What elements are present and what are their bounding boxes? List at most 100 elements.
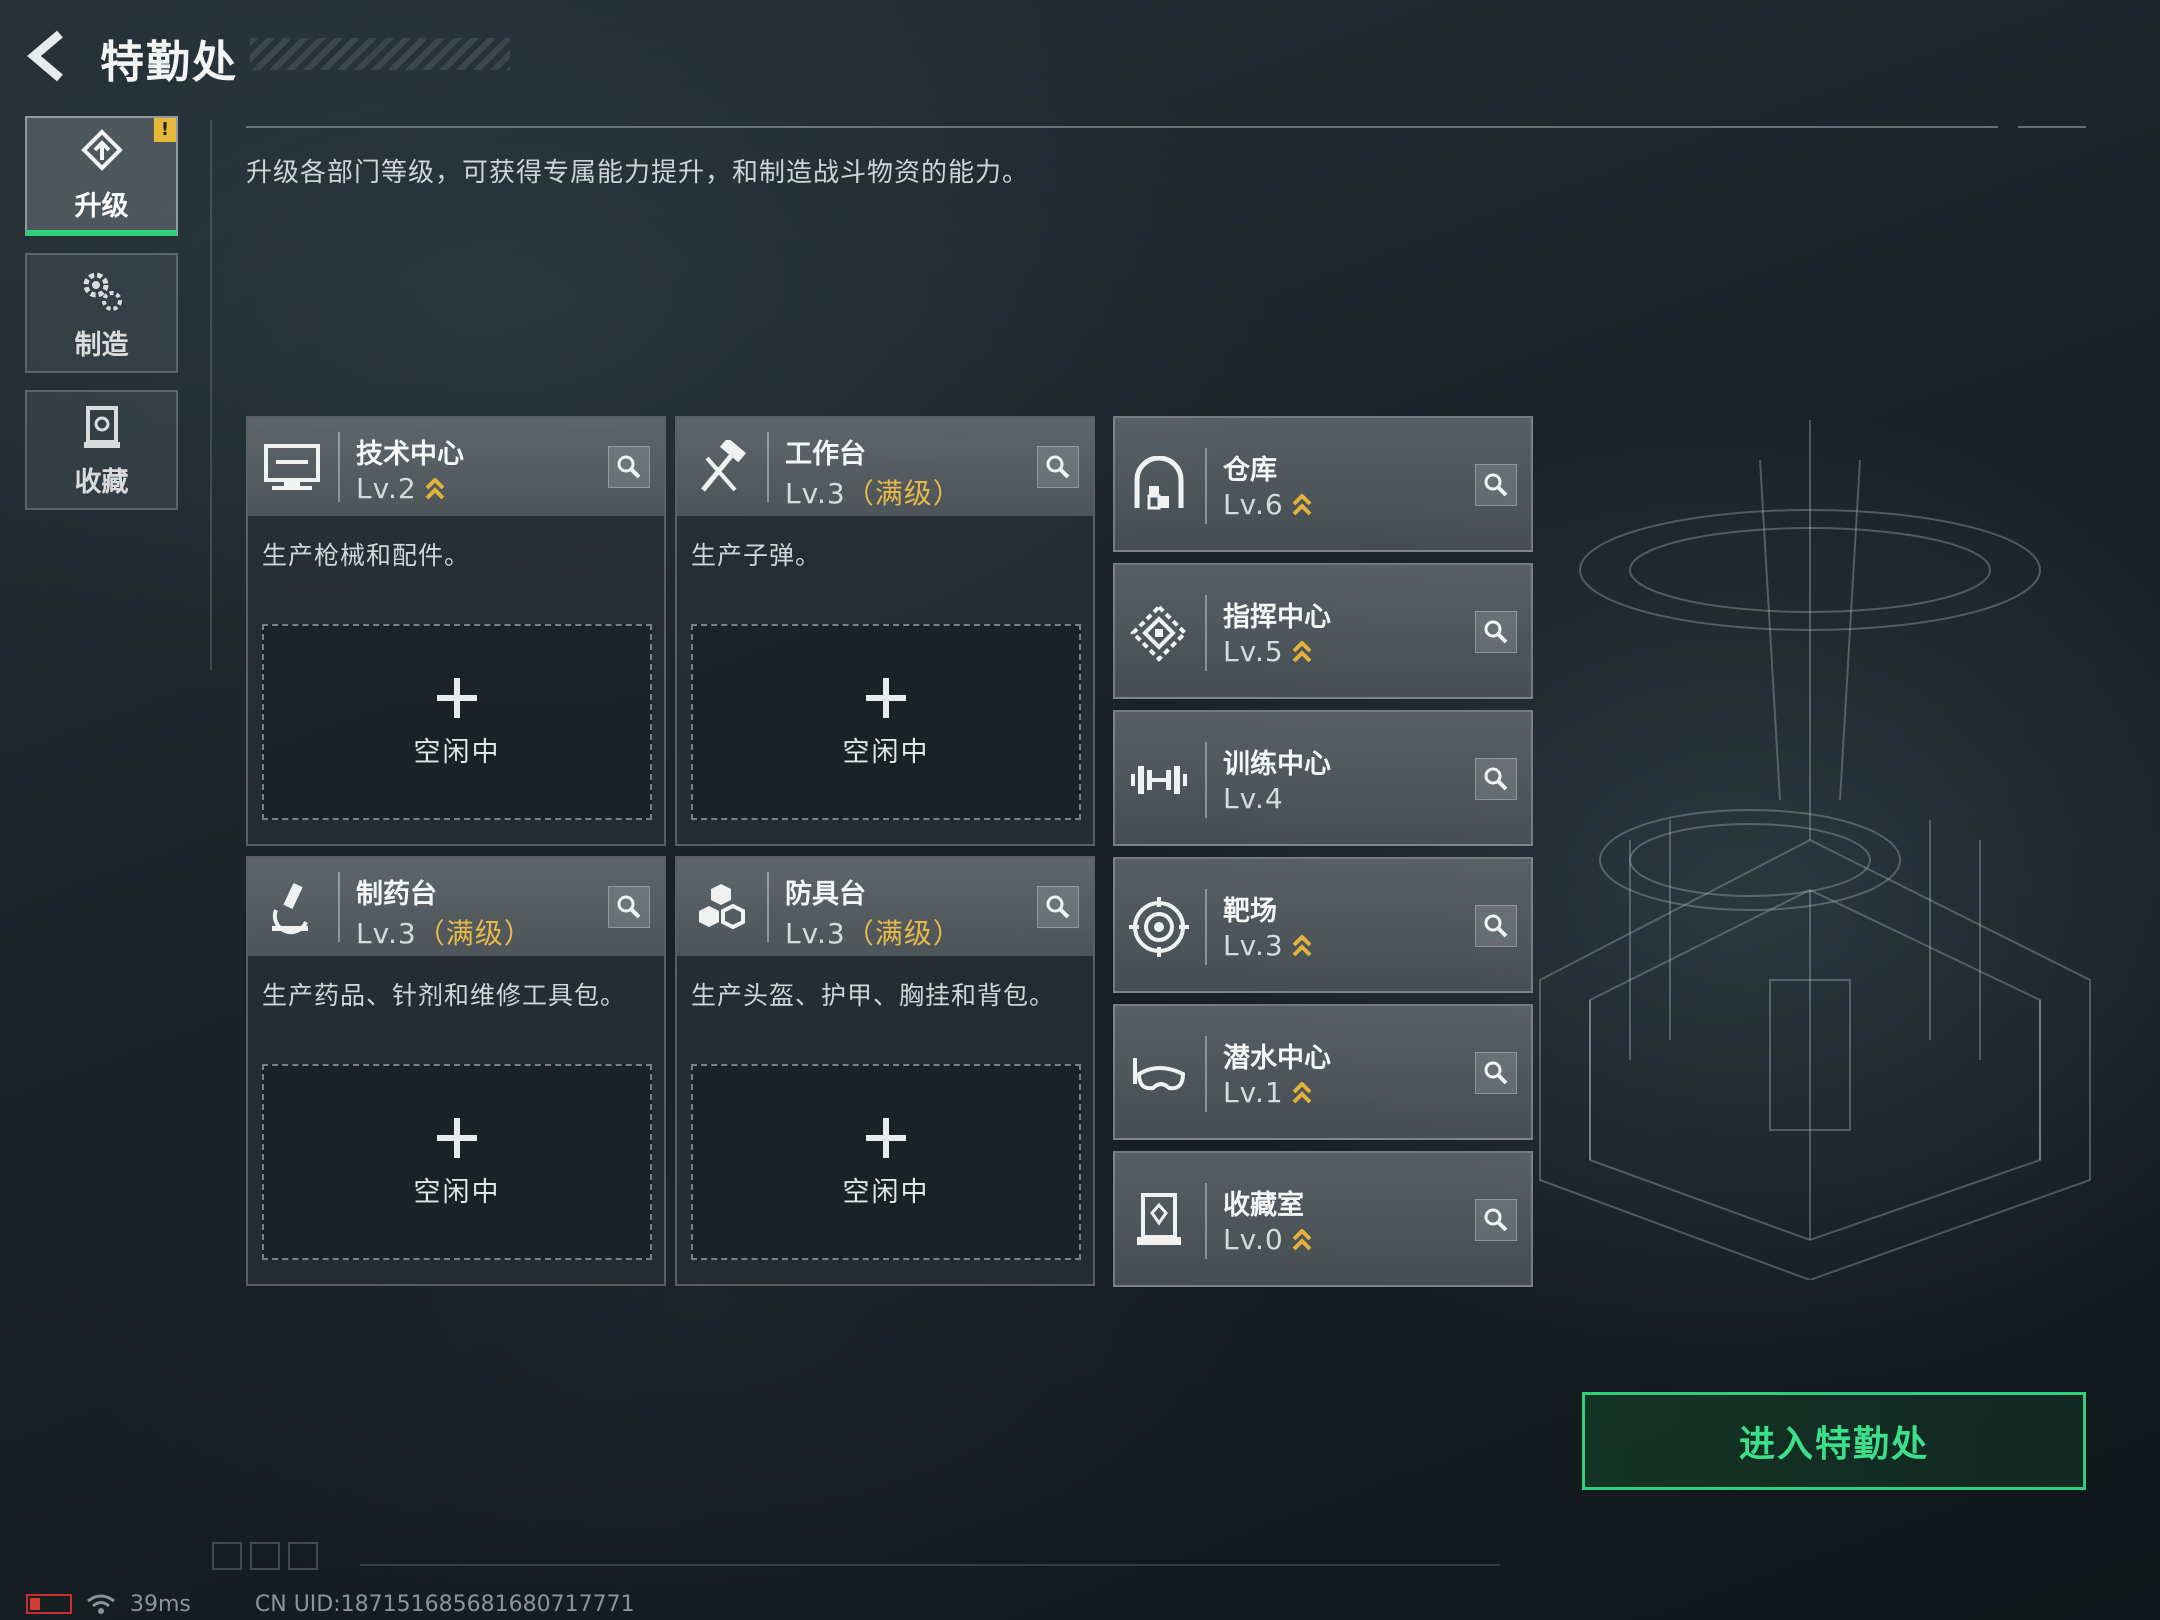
card-header: 技术中心 Lv.2: [248, 418, 664, 516]
search-icon: [1046, 455, 1070, 479]
tab-collection[interactable]: 收藏: [25, 390, 178, 510]
enter-button-label: 进入特勤处: [1738, 1424, 1929, 1465]
search-button[interactable]: [608, 886, 650, 928]
facility-name: 指挥中心: [1223, 602, 1331, 633]
level-text: Lv.4: [1223, 782, 1284, 815]
search-button[interactable]: [1475, 1052, 1517, 1094]
tab-craft-label: 制造: [74, 329, 129, 361]
search-icon: [617, 895, 641, 919]
production-card-pharmacy: 制药台 Lv.3（满级） 生产药品、针剂和维修工具包。 空闲中: [246, 856, 666, 1286]
plus-icon: [437, 677, 477, 718]
tab-upgrade-label: 升级: [74, 190, 129, 222]
card-header: 制药台 Lv.3（满级）: [248, 858, 664, 956]
plus-icon: [866, 1117, 906, 1158]
facility-shooting-range[interactable]: 靶场 Lv.3: [1113, 857, 1533, 993]
enter-special-ops-button[interactable]: 进入特勤处: [1582, 1392, 2086, 1490]
search-button[interactable]: [1475, 464, 1517, 506]
search-button[interactable]: [1037, 886, 1079, 928]
level-text: Lv.1: [1223, 1076, 1284, 1109]
upgrade-chevron-icon: [1292, 935, 1312, 957]
facility-level: Lv.4: [1223, 782, 1284, 815]
facility-level: Lv.6: [1223, 488, 1312, 521]
command-icon: [1130, 604, 1188, 662]
upgrade-chevron-icon: [425, 478, 445, 500]
back-arrow-icon[interactable]: [22, 28, 78, 84]
facility-collection-room[interactable]: 收藏室 Lv.0: [1113, 1151, 1533, 1287]
card-description: 生产枪械和配件。: [262, 541, 471, 570]
user-uid: CN UID:187151685681680717771: [254, 1591, 635, 1617]
card-level: Lv.2: [356, 472, 445, 505]
search-button[interactable]: [1475, 905, 1517, 947]
production-slot[interactable]: 空闲中: [691, 1064, 1081, 1260]
card-description: 生产药品、针剂和维修工具包。: [262, 981, 627, 1010]
card-description: 生产子弹。: [691, 541, 822, 570]
search-icon: [1484, 1208, 1508, 1232]
slot-status: 空闲中: [842, 736, 930, 768]
upgrade-chevron-icon: [1292, 494, 1312, 516]
card-name: 技术中心: [356, 439, 464, 470]
facility-level: Lv.5: [1223, 635, 1312, 668]
battery-icon: [26, 1594, 72, 1614]
search-button[interactable]: [1475, 611, 1517, 653]
card-name: 制药台: [356, 879, 437, 910]
facility-name: 收藏室: [1223, 1190, 1304, 1221]
warehouse-icon: [1134, 456, 1184, 510]
status-bar: 39ms CN UID:187151685681680717771: [26, 1591, 635, 1617]
divider-line: [2018, 126, 2086, 128]
max-level-label: （满级）: [845, 477, 962, 510]
slot-status: 空闲中: [413, 736, 501, 768]
facility-dive-center[interactable]: 潜水中心 Lv.1: [1113, 1004, 1533, 1140]
plus-icon: [866, 677, 906, 718]
card-level: Lv.3（满级）: [785, 472, 962, 512]
production-slot[interactable]: 空闲中: [262, 1064, 652, 1260]
plus-icon: [437, 1117, 477, 1158]
footer-decoration: [212, 1542, 318, 1570]
level-text: Lv.2: [356, 472, 417, 505]
production-slot[interactable]: 空闲中: [262, 624, 652, 820]
level-text: Lv.3: [356, 917, 417, 950]
collection-room-icon: [1137, 1193, 1181, 1245]
facility-name: 训练中心: [1223, 749, 1331, 780]
wifi-icon: [87, 1594, 115, 1614]
collection-icon: [83, 405, 120, 448]
max-level-label: （满级）: [845, 917, 962, 950]
title-decoration: [250, 38, 510, 70]
facility-level: Lv.0: [1223, 1223, 1312, 1256]
slot-status: 空闲中: [413, 1176, 501, 1208]
armor-blocks-icon: [699, 884, 745, 930]
level-text: Lv.0: [1223, 1223, 1284, 1256]
dive-mask-icon: [1133, 1058, 1186, 1091]
page-title: 特勤处: [100, 37, 238, 88]
facility-command-center[interactable]: 指挥中心 Lv.5: [1113, 563, 1533, 699]
building-blueprint: [1539, 420, 2091, 1280]
upgrade-icon: [80, 128, 123, 171]
tab-collection-label: 收藏: [74, 466, 129, 498]
facility-warehouse[interactable]: 仓库 Lv.6: [1113, 416, 1533, 552]
production-slot[interactable]: 空闲中: [691, 624, 1081, 820]
level-text: Lv.6: [1223, 488, 1284, 521]
facility-name: 靶场: [1223, 896, 1277, 927]
monitor-icon: [264, 444, 320, 490]
tab-craft[interactable]: 制造: [25, 253, 178, 373]
search-button[interactable]: [608, 446, 650, 488]
nav-divider: [210, 120, 212, 670]
facility-level: Lv.1: [1223, 1076, 1312, 1109]
facility-name: 仓库: [1223, 455, 1277, 486]
page-description: 升级各部门等级，可获得专属能力提升，和制造战斗物资的能力。: [246, 158, 1030, 188]
gears-icon: [83, 272, 122, 311]
card-header: 防具台 Lv.3（满级）: [677, 858, 1093, 956]
search-icon: [1484, 767, 1508, 791]
production-card-workbench: 工作台 Lv.3（满级） 生产子弹。 空闲中: [675, 416, 1095, 846]
card-description: 生产头盔、护甲、胸挂和背包。: [691, 981, 1056, 1010]
level-text: Lv.3: [785, 917, 846, 950]
tab-upgrade[interactable]: 升级 !: [25, 116, 178, 236]
upgrade-chevron-icon: [1292, 641, 1312, 663]
search-button[interactable]: [1037, 446, 1079, 488]
search-button[interactable]: [1475, 1199, 1517, 1241]
facility-training-center[interactable]: 训练中心 Lv.4: [1113, 710, 1533, 846]
level-text: Lv.5: [1223, 635, 1284, 668]
ping-text: 39ms: [130, 1591, 191, 1617]
microscope-icon: [272, 883, 308, 935]
upgrade-chevron-icon: [1292, 1082, 1312, 1104]
search-button[interactable]: [1475, 758, 1517, 800]
